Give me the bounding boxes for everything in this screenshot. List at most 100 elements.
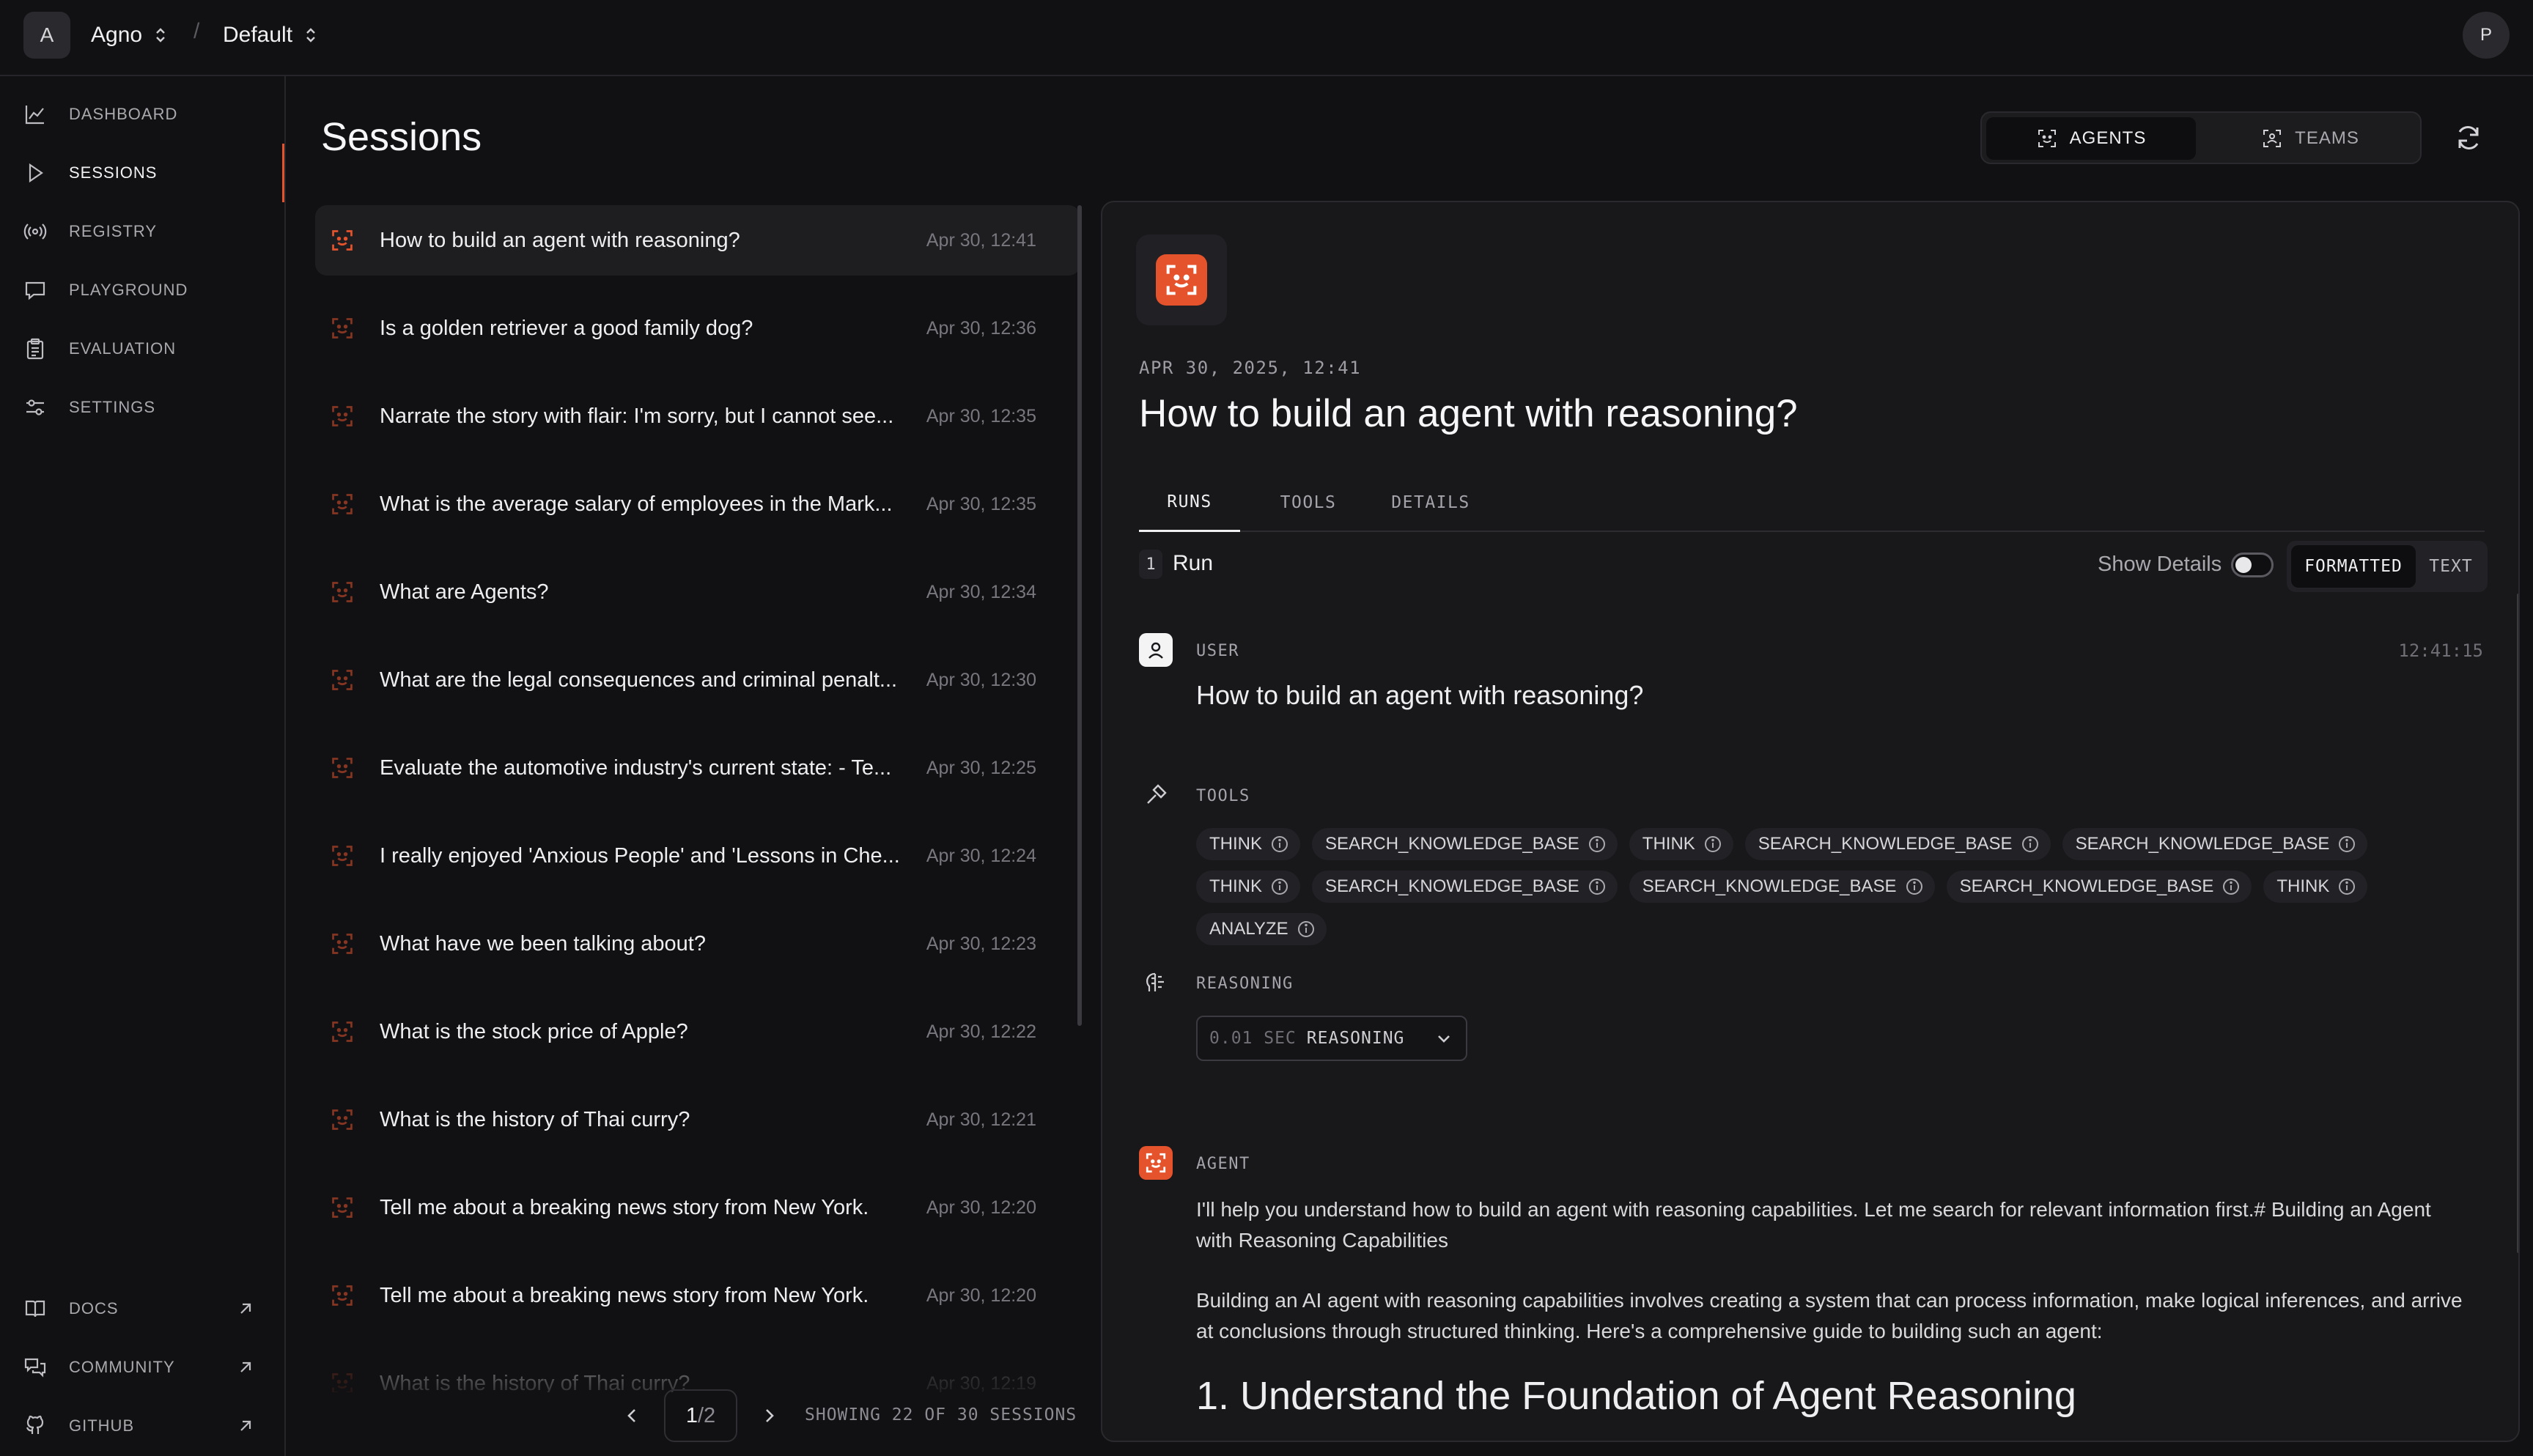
tool-chip[interactable]: SEARCH_KNOWLEDGE_BASE bbox=[1312, 871, 1618, 903]
chevron-left-icon[interactable] bbox=[623, 1406, 642, 1425]
environment-switcher[interactable]: Default bbox=[223, 21, 319, 50]
reasoning-dropdown[interactable]: 0.01 SEC REASONING bbox=[1196, 1016, 1467, 1061]
info-icon[interactable] bbox=[1587, 876, 1607, 897]
session-row[interactable]: What have we been talking about? Apr 30, … bbox=[315, 909, 1080, 979]
sidebar-link-label: DOCS bbox=[69, 1299, 119, 1318]
session-date: Apr 30, 12:35 bbox=[926, 493, 1036, 514]
session-row[interactable]: Tell me about a breaking news story from… bbox=[315, 1260, 1080, 1331]
agents-toggle-button[interactable]: AGENTS bbox=[1986, 117, 2196, 160]
sidebar-item-registry[interactable]: REGISTRY bbox=[0, 202, 284, 261]
tool-chip[interactable]: SEARCH_KNOWLEDGE_BASE bbox=[1744, 828, 2051, 860]
tool-chip[interactable]: THINK bbox=[2263, 871, 2368, 903]
user-icon bbox=[1139, 633, 1173, 667]
tool-chip[interactable]: SEARCH_KNOWLEDGE_BASE bbox=[2062, 828, 2368, 860]
session-row[interactable]: What is the stock price of Apple? Apr 30,… bbox=[315, 997, 1080, 1067]
formatted-button[interactable]: FORMATTED bbox=[2291, 545, 2416, 588]
org-switcher[interactable]: Agno bbox=[91, 21, 169, 50]
chat-icon bbox=[25, 281, 45, 300]
tool-name: SEARCH_KNOWLEDGE_BASE bbox=[2075, 834, 2330, 854]
tool-chip[interactable]: ANALYZE bbox=[1196, 913, 1327, 945]
agent-scan-icon bbox=[332, 230, 353, 251]
session-row[interactable]: What is the average salary of employees … bbox=[315, 469, 1080, 539]
session-row[interactable]: I really enjoyed 'Anxious People' and 'L… bbox=[315, 821, 1080, 891]
detail-scrollbar[interactable] bbox=[2517, 594, 2518, 1253]
session-date: Apr 30, 12:20 bbox=[926, 1197, 1036, 1218]
agent-scan-icon bbox=[332, 670, 353, 690]
session-row[interactable]: What is the history of Thai curry? Apr 30… bbox=[315, 1084, 1080, 1155]
sidebar-item-settings[interactable]: SETTINGS bbox=[0, 378, 284, 437]
sidebar-link-label: GITHUB bbox=[69, 1416, 135, 1435]
info-icon[interactable] bbox=[2337, 834, 2357, 854]
reasoning-dropdown-label: REASONING bbox=[1306, 1029, 1405, 1048]
run-number: 1 bbox=[1139, 550, 1162, 579]
sidebar-item-sessions[interactable]: SESSIONS bbox=[0, 144, 284, 202]
tab-runs[interactable]: RUNS bbox=[1139, 473, 1240, 532]
info-icon[interactable] bbox=[1587, 834, 1607, 854]
session-date: Apr 30, 12:30 bbox=[926, 669, 1036, 690]
session-title: What is the history of Thai curry? bbox=[380, 1107, 690, 1131]
session-row[interactable]: Tell me about a breaking news story from… bbox=[315, 1172, 1080, 1243]
page-indicator[interactable]: 1/2 bbox=[664, 1389, 737, 1442]
teams-toggle-label: TEAMS bbox=[2295, 128, 2359, 148]
teams-toggle-button[interactable]: TEAMS bbox=[2203, 117, 2417, 160]
info-icon[interactable] bbox=[2020, 834, 2040, 854]
agent-scan-icon bbox=[332, 1021, 353, 1042]
tool-chip[interactable]: THINK bbox=[1196, 828, 1300, 860]
info-icon[interactable] bbox=[2337, 876, 2357, 897]
info-icon[interactable] bbox=[1269, 876, 1290, 897]
tool-chip[interactable]: THINK bbox=[1629, 828, 1733, 860]
refresh-icon[interactable] bbox=[2452, 122, 2485, 154]
text-button[interactable]: TEXT bbox=[2419, 545, 2483, 588]
tab-details[interactable]: DETAILS bbox=[1372, 473, 1489, 532]
chart-line-icon bbox=[25, 106, 44, 125]
external-link-icon bbox=[240, 1420, 251, 1431]
sidebar-item-evaluation[interactable]: EVALUATION bbox=[0, 319, 284, 378]
sidebar-link-community[interactable]: COMMUNITY bbox=[0, 1338, 284, 1397]
info-icon[interactable] bbox=[1703, 834, 1723, 854]
session-row[interactable]: Evaluate the automotive industry's curre… bbox=[315, 733, 1080, 803]
session-title: I really enjoyed 'Anxious People' and 'L… bbox=[380, 843, 900, 868]
sidebar-item-dashboard[interactable]: DASHBOARD bbox=[0, 85, 284, 144]
show-details-toggle[interactable] bbox=[2231, 553, 2274, 577]
sidebar-item-label: DASHBOARD bbox=[69, 105, 178, 123]
info-icon[interactable] bbox=[1904, 876, 1925, 897]
session-row[interactable]: How to build an agent with reasoning? Apr… bbox=[315, 205, 1080, 276]
session-row[interactable]: What are the legal consequences and crim… bbox=[315, 645, 1080, 715]
agent-scan-icon bbox=[332, 582, 353, 602]
org-name: Agno bbox=[91, 23, 143, 47]
current-page: 1 bbox=[685, 1403, 698, 1427]
session-title: What have we been talking about? bbox=[380, 931, 706, 956]
agent-scan-icon bbox=[332, 406, 353, 426]
session-date: Apr 30, 12:35 bbox=[926, 405, 1036, 426]
agents-toggle-label: AGENTS bbox=[2069, 128, 2147, 148]
agent-heading: 1. Understand the Foundation of Agent Re… bbox=[1196, 1374, 2076, 1418]
tools-label: TOOLS bbox=[1196, 787, 1250, 805]
tool-name: THINK bbox=[1642, 834, 1695, 854]
tab-tools[interactable]: TOOLS bbox=[1261, 473, 1356, 532]
sidebar-item-playground[interactable]: PLAYGROUND bbox=[0, 261, 284, 319]
session-date: Apr 30, 12:36 bbox=[926, 317, 1036, 339]
tool-chip[interactable]: SEARCH_KNOWLEDGE_BASE bbox=[1629, 871, 1935, 903]
session-row[interactable]: Is a golden retriever a good family dog?… bbox=[315, 293, 1080, 363]
sidebar-link-docs[interactable]: DOCS bbox=[0, 1279, 284, 1338]
info-icon[interactable] bbox=[2221, 876, 2241, 897]
info-icon[interactable] bbox=[1296, 919, 1316, 939]
tool-chip[interactable]: SEARCH_KNOWLEDGE_BASE bbox=[1946, 871, 2252, 903]
session-list: How to build an agent with reasoning? Apr… bbox=[315, 205, 1082, 1392]
hammer-icon bbox=[1139, 778, 1173, 812]
agent-scan-icon bbox=[332, 934, 353, 954]
session-row[interactable]: What are Agents? Apr 30, 12:34 bbox=[315, 557, 1080, 627]
user-avatar[interactable]: P bbox=[2463, 12, 2510, 59]
session-row[interactable]: Narrate the story with flair: I'm sorry,… bbox=[315, 381, 1080, 451]
sidebar-link-github[interactable]: GITHUB bbox=[0, 1397, 284, 1455]
session-list-scrollbar[interactable] bbox=[1077, 205, 1082, 1026]
org-avatar[interactable]: A bbox=[23, 12, 70, 59]
info-icon[interactable] bbox=[1269, 834, 1290, 854]
chevron-right-icon[interactable] bbox=[759, 1406, 778, 1425]
tool-chip[interactable]: THINK bbox=[1196, 871, 1300, 903]
user-timestamp: 12:41:15 bbox=[2398, 640, 2483, 661]
user-message: How to build an agent with reasoning? bbox=[1196, 680, 1644, 710]
agent-icon bbox=[1156, 254, 1207, 306]
tool-chip[interactable]: SEARCH_KNOWLEDGE_BASE bbox=[1312, 828, 1618, 860]
tool-name: ANALYZE bbox=[1209, 919, 1288, 939]
